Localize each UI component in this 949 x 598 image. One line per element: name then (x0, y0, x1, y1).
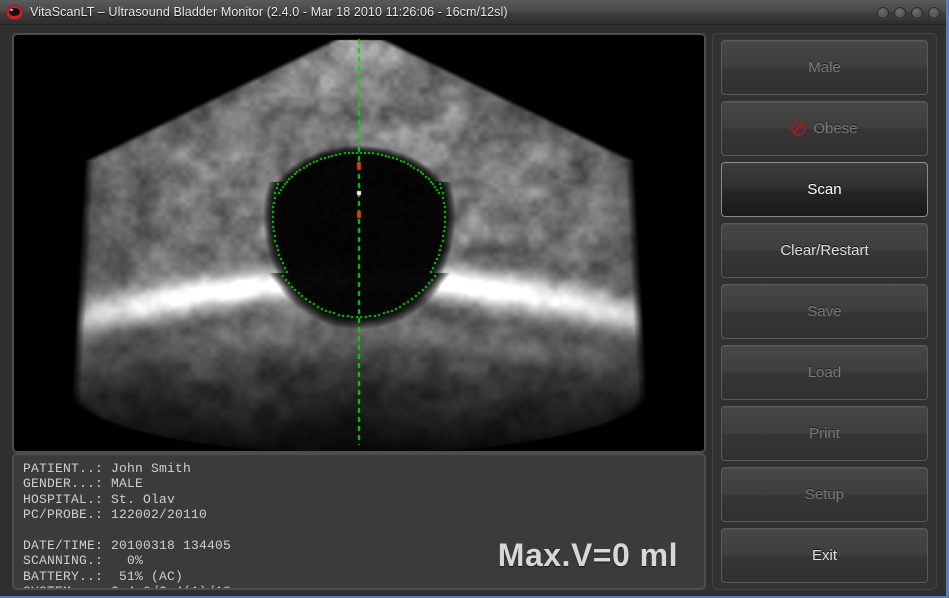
patient-info-panel: PATIENT..: John Smith GENDER...: MALE HO… (12, 453, 706, 590)
maximize-button[interactable] (894, 6, 906, 19)
application-window: VitaScanLT – Ultrasound Bladder Monitor … (0, 0, 949, 598)
obese-button-label: Obese (813, 120, 858, 137)
prohibition-icon (791, 121, 807, 136)
control-button-panel: Male Obese Scan Clear/Restart Save Load (712, 33, 937, 590)
eye-icon (6, 4, 23, 21)
workspace: PATIENT..: John Smith GENDER...: MALE HO… (0, 25, 946, 596)
window-title: VitaScanLT – Ultrasound Bladder Monitor … (30, 5, 508, 19)
save-button-label: Save (807, 303, 842, 320)
clear-restart-button-label: Clear/Restart (780, 242, 869, 259)
male-button-label: Male (808, 59, 841, 76)
scan-button[interactable]: Scan (721, 162, 928, 217)
ultrasound-image-panel[interactable] (12, 33, 706, 453)
patient-info-text: PATIENT..: John Smith GENDER...: MALE HO… (23, 461, 232, 588)
print-button-label: Print (809, 425, 840, 442)
window-controls (877, 0, 940, 25)
save-button[interactable]: Save (721, 284, 928, 339)
exit-button[interactable]: Exit (721, 528, 928, 583)
load-button[interactable]: Load (721, 345, 928, 400)
obese-button[interactable]: Obese (721, 101, 928, 156)
scan-button-label: Scan (807, 181, 842, 198)
close-button[interactable] (928, 6, 940, 19)
print-button[interactable]: Print (721, 406, 928, 461)
minimize-button[interactable] (877, 6, 889, 19)
exit-button-label: Exit (811, 547, 837, 564)
load-button-label: Load (807, 364, 842, 381)
setup-button-label: Setup (804, 486, 845, 503)
title-bar: VitaScanLT – Ultrasound Bladder Monitor … (0, 0, 946, 25)
male-button[interactable]: Male (721, 40, 928, 95)
max-volume-readout: Max.V=0 ml (497, 537, 678, 573)
clear-restart-button[interactable]: Clear/Restart (721, 223, 928, 278)
setup-button[interactable]: Setup (721, 467, 928, 522)
restore-button[interactable] (911, 6, 923, 19)
ultrasound-scan-canvas[interactable] (14, 35, 704, 451)
